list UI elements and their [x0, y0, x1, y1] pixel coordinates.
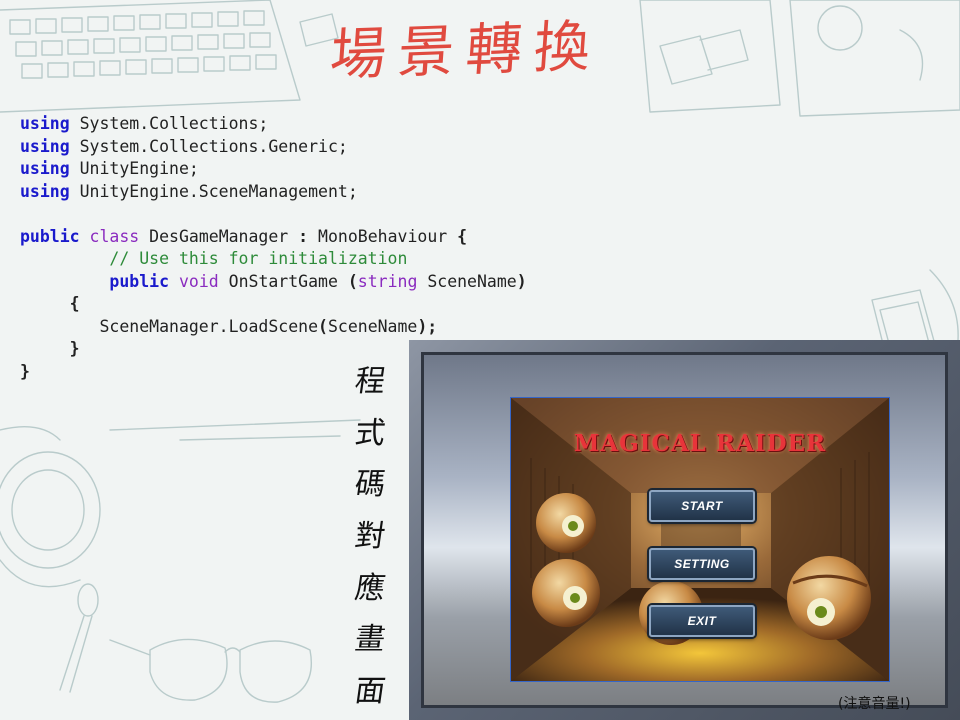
caption-char: 程: [352, 364, 388, 399]
code-token: }: [20, 361, 30, 381]
code-token: {: [69, 294, 80, 313]
code-token: public: [109, 271, 170, 291]
code-token: System.Collections;: [69, 114, 269, 133]
volume-note: (注意音量!): [838, 696, 911, 712]
code-token: void: [178, 271, 219, 291]
code-token: UnityEngine;: [69, 159, 199, 178]
code-token: }: [69, 339, 80, 358]
unity-scene-view: MAGICAL RAIDER START SETTING EXIT: [421, 352, 948, 708]
code-token: (: [318, 316, 328, 336]
code-line: using System.Collections;: [20, 113, 620, 136]
code-line: public class DesGameManager : MonoBehavi…: [20, 226, 620, 249]
game-title: MAGICAL RAIDER: [573, 430, 827, 457]
notebook-doodle: [639, 0, 960, 117]
code-token: using: [20, 181, 70, 201]
caption-char: 面: [352, 673, 388, 709]
code-token: SceneName: [417, 271, 517, 291]
exit-button[interactable]: EXIT: [649, 605, 755, 637]
coffee-cup-doodle: [0, 425, 101, 588]
code-token: ): [516, 271, 527, 291]
code-token: using: [20, 159, 70, 178]
code-token: // Use this for initialization: [109, 249, 408, 268]
code-line: {: [20, 293, 620, 316]
code-token: );: [417, 316, 438, 336]
setting-button[interactable]: SETTING: [649, 548, 755, 580]
code-token: public: [20, 226, 80, 246]
start-button[interactable]: START: [649, 490, 755, 522]
code-line: SceneManager.LoadScene(SceneName);: [20, 316, 620, 339]
code-line: // Use this for initialization: [20, 248, 620, 271]
game-view: MAGICAL RAIDER START SETTING EXIT: [510, 397, 890, 682]
spoon-doodle: [59, 583, 99, 693]
caption-char: 式: [352, 415, 388, 451]
slide-title: 場景轉換: [327, 13, 605, 89]
game-screenshot-frame: MAGICAL RAIDER START SETTING EXIT: [409, 340, 960, 720]
code-token: using: [20, 114, 70, 133]
code-line: public void OnStartGame (string SceneNam…: [20, 271, 620, 294]
code-line: using UnityEngine.SceneManagement;: [20, 181, 620, 204]
code-token: DesGameManager: [139, 226, 299, 246]
code-token: OnStartGame: [218, 271, 348, 291]
code-token: MonoBehaviour: [308, 226, 458, 246]
caption-char: 畫: [352, 622, 388, 658]
caption-char: 應: [352, 570, 388, 606]
caption-char: 對: [352, 518, 388, 554]
code-token: (: [347, 271, 358, 291]
code-token: {: [457, 226, 468, 246]
vertical-caption: 程式碼對應畫面: [350, 362, 390, 712]
glasses-doodle: [109, 638, 312, 703]
keyboard-doodle: [0, 0, 301, 113]
code-token: System.Collections.Generic;: [69, 136, 348, 156]
caption-char: 碼: [352, 467, 388, 503]
code-line: using System.Collections.Generic;: [20, 136, 620, 159]
mummy-right: [787, 556, 871, 640]
code-token: using: [20, 136, 70, 156]
code-token: SceneManager.LoadScene: [20, 316, 319, 336]
code-token: SceneName: [327, 316, 418, 336]
code-token: UnityEngine.SceneManagement;: [69, 181, 358, 201]
code-token: :: [298, 226, 309, 246]
lines-doodle: [109, 419, 361, 441]
code-line: using UnityEngine;: [20, 158, 620, 181]
code-token: class: [89, 226, 140, 246]
code-token: string: [357, 271, 418, 291]
